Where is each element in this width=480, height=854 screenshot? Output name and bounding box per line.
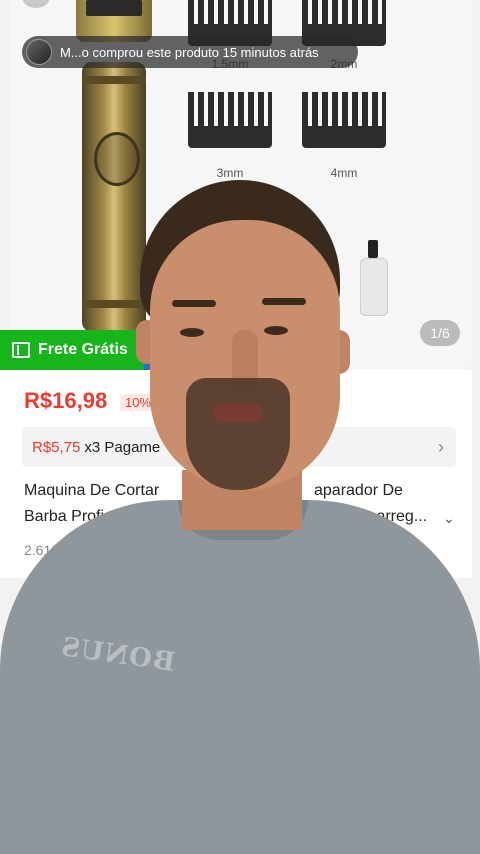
presenter-mouth <box>214 404 262 422</box>
image-counter: 1/6 <box>420 320 460 346</box>
product-title-part: Maquina De Cortar <box>24 482 160 499</box>
expand-title-chevron-icon[interactable]: ⌄ <box>443 510 455 527</box>
product-price: R$16,98 <box>24 388 108 413</box>
notification-text: M...o comprou este produto 15 minutos at… <box>60 44 319 60</box>
presenter-beard <box>186 378 290 490</box>
free-shipping-badge: Frete Grátis <box>0 330 150 370</box>
trimmer-body-image <box>82 62 146 332</box>
presenter-brow <box>262 298 306 305</box>
presenter-shirt <box>0 500 480 854</box>
presenter-eye <box>264 326 288 335</box>
installment-price: R$5,75 <box>32 438 81 456</box>
installment-text: x3 Pagame <box>84 438 161 456</box>
video-frame: 1.5mm 2mm 3mm 4mm 1/6 M...o comprou este… <box>0 0 480 854</box>
comb-size-label: 3mm <box>216 166 244 180</box>
shipping-icon <box>12 342 30 358</box>
free-shipping-label: Frete Grátis <box>38 341 128 358</box>
buyer-avatar-icon <box>26 39 52 65</box>
comb-guide-image <box>302 92 386 148</box>
oil-bottle-image <box>360 240 388 316</box>
chevron-right-icon: › <box>438 437 444 457</box>
trimmer-band <box>82 300 146 308</box>
presenter-eye <box>180 328 204 337</box>
presenter-brow <box>172 300 216 307</box>
purchase-notification: M...o comprou este produto 15 minutos at… <box>22 36 358 68</box>
product-title-part: aparador De <box>314 482 403 499</box>
comb-guide-image <box>188 92 272 148</box>
trimmer-band <box>82 76 146 84</box>
comb-size-label: 4mm <box>330 166 358 180</box>
